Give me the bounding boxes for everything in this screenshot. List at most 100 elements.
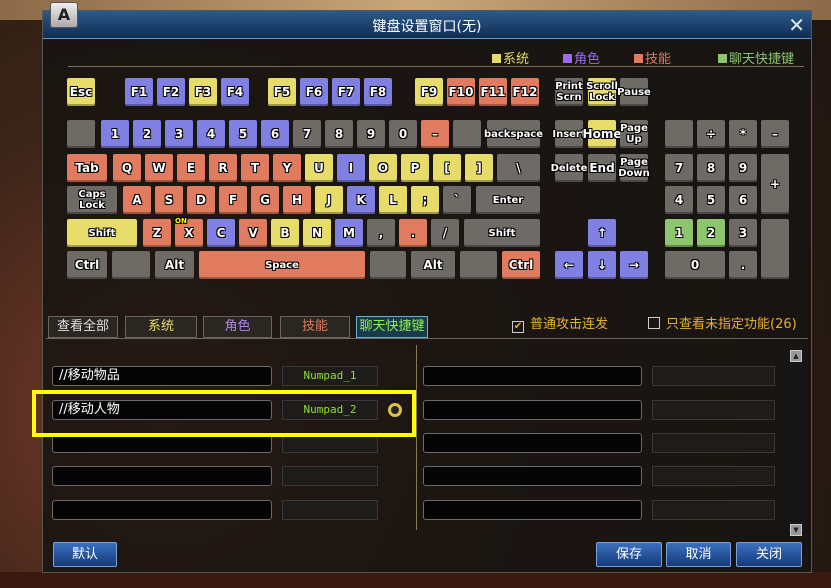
key-insert[interactable]: Insert <box>552 120 586 148</box>
key-field[interactable] <box>652 433 775 453</box>
key-print-scrn[interactable]: Print Scrn <box>555 78 583 106</box>
key-→[interactable]: → <box>620 251 648 279</box>
key-;[interactable]: ; <box>411 186 439 214</box>
key-6[interactable]: 6 <box>261 120 289 148</box>
key-o[interactable]: O <box>369 154 397 182</box>
key-*[interactable]: * <box>729 120 757 148</box>
key-w[interactable]: W <box>145 154 173 182</box>
key-space[interactable]: Space <box>199 251 365 279</box>
key-1[interactable]: 1 <box>101 120 129 148</box>
key-f11[interactable]: F11 <box>479 78 507 106</box>
close-button[interactable]: 关闭 <box>736 542 802 567</box>
key-l[interactable]: L <box>379 186 407 214</box>
key-f5[interactable]: F5 <box>268 78 296 106</box>
key-s[interactable]: S <box>155 186 183 214</box>
key-9[interactable]: 9 <box>729 154 757 182</box>
key-end[interactable]: End <box>588 154 616 182</box>
key-y[interactable]: Y <box>273 154 301 182</box>
key-f12[interactable]: F12 <box>511 78 539 106</box>
cancel-button[interactable]: 取消 <box>666 542 731 567</box>
command-field[interactable]: //移动物品 <box>52 366 272 386</box>
key-esc[interactable]: Esc <box>67 78 95 106</box>
tab-2[interactable]: 角色 <box>203 316 272 338</box>
key-2[interactable]: 2 <box>697 219 725 247</box>
command-field[interactable] <box>423 400 642 420</box>
key-f7[interactable]: F7 <box>332 78 360 106</box>
key-f2[interactable]: F2 <box>157 78 185 106</box>
scrollbar[interactable]: ▲ ▼ <box>790 350 802 536</box>
key-caps-lock[interactable]: Caps Lock <box>67 186 117 214</box>
key-.[interactable]: . <box>399 219 427 247</box>
key-blank[interactable] <box>67 120 95 148</box>
key-n[interactable]: N <box>303 219 331 247</box>
key-6[interactable]: 6 <box>729 186 757 214</box>
key-backspace[interactable]: backspace <box>484 120 543 148</box>
key-blank[interactable] <box>761 219 789 279</box>
key-2[interactable]: 2 <box>133 120 161 148</box>
key-field[interactable] <box>652 366 775 386</box>
key-b[interactable]: B <box>271 219 299 247</box>
key-j[interactable]: J <box>315 186 343 214</box>
key-delete[interactable]: Delete <box>551 154 587 182</box>
key-ctrl[interactable]: Ctrl <box>502 251 540 279</box>
command-field[interactable] <box>423 433 642 453</box>
unassigned-only-checkbox[interactable]: 只查看未指定功能(26) <box>648 313 797 332</box>
key-alt[interactable]: Alt <box>155 251 194 279</box>
key-\[interactable]: \ <box>497 154 540 182</box>
auto-attack-checkbox[interactable]: ✔ 普通攻击连发 <box>512 313 608 333</box>
key-f4[interactable]: F4 <box>221 78 249 106</box>
scroll-down-icon[interactable]: ▼ <box>790 524 802 536</box>
key-↑[interactable]: ↑ <box>588 219 616 247</box>
key-5[interactable]: 5 <box>229 120 257 148</box>
key-.[interactable]: . <box>729 251 757 279</box>
key-e[interactable]: E <box>177 154 205 182</box>
key-field[interactable] <box>652 500 775 520</box>
key-z[interactable]: Z <box>143 219 171 247</box>
key-4[interactable]: 4 <box>197 120 225 148</box>
key-u[interactable]: U <box>305 154 333 182</box>
key-9[interactable]: 9 <box>357 120 385 148</box>
key-field[interactable] <box>282 466 378 486</box>
key-,[interactable]: , <box>367 219 395 247</box>
key-f1[interactable]: F1 <box>125 78 153 106</box>
key-i[interactable]: I <box>337 154 365 182</box>
key-page-up[interactable]: Page Up <box>620 120 648 148</box>
key-alt[interactable]: Alt <box>411 251 455 279</box>
tab-4[interactable]: 聊天快捷键 <box>356 316 428 338</box>
key-c[interactable]: C <box>207 219 235 247</box>
key-–[interactable]: – <box>761 120 789 148</box>
key-scroll-lock[interactable]: Scroll Lock <box>586 78 618 106</box>
key-enter[interactable]: Enter <box>476 186 540 214</box>
command-field[interactable] <box>423 500 642 520</box>
key-a[interactable]: A <box>123 186 151 214</box>
key-3[interactable]: 3 <box>165 120 193 148</box>
key-tab[interactable]: Tab <box>67 154 107 182</box>
key-8[interactable]: 8 <box>697 154 725 182</box>
key-field[interactable] <box>652 400 775 420</box>
key-shift[interactable]: Shift <box>464 219 540 247</box>
key-–[interactable]: – <box>421 120 449 148</box>
key-blank[interactable] <box>453 120 481 148</box>
command-field[interactable] <box>423 366 642 386</box>
key-h[interactable]: H <box>283 186 311 214</box>
key-blank[interactable] <box>370 251 406 279</box>
key-q[interactable]: Q <box>113 154 141 182</box>
save-button[interactable]: 保存 <box>596 542 662 567</box>
key-ctrl[interactable]: Ctrl <box>67 251 107 279</box>
key-4[interactable]: 4 <box>665 186 693 214</box>
key-blank[interactable] <box>112 251 150 279</box>
key-÷[interactable]: ÷ <box>697 120 725 148</box>
key-f10[interactable]: F10 <box>447 78 475 106</box>
command-field[interactable] <box>52 466 272 486</box>
key-0[interactable]: 0 <box>665 251 725 279</box>
key-k[interactable]: K <box>347 186 375 214</box>
key-f[interactable]: F <box>219 186 247 214</box>
tab-0[interactable]: 查看全部 <box>48 316 118 338</box>
key-f3[interactable]: F3 <box>189 78 217 106</box>
key-0[interactable]: 0 <box>389 120 417 148</box>
command-field[interactable] <box>423 466 642 486</box>
key-f6[interactable]: F6 <box>300 78 328 106</box>
key-f9[interactable]: F9 <box>415 78 443 106</box>
key-`[interactable]: ` <box>443 186 471 214</box>
key-field[interactable] <box>652 466 775 486</box>
